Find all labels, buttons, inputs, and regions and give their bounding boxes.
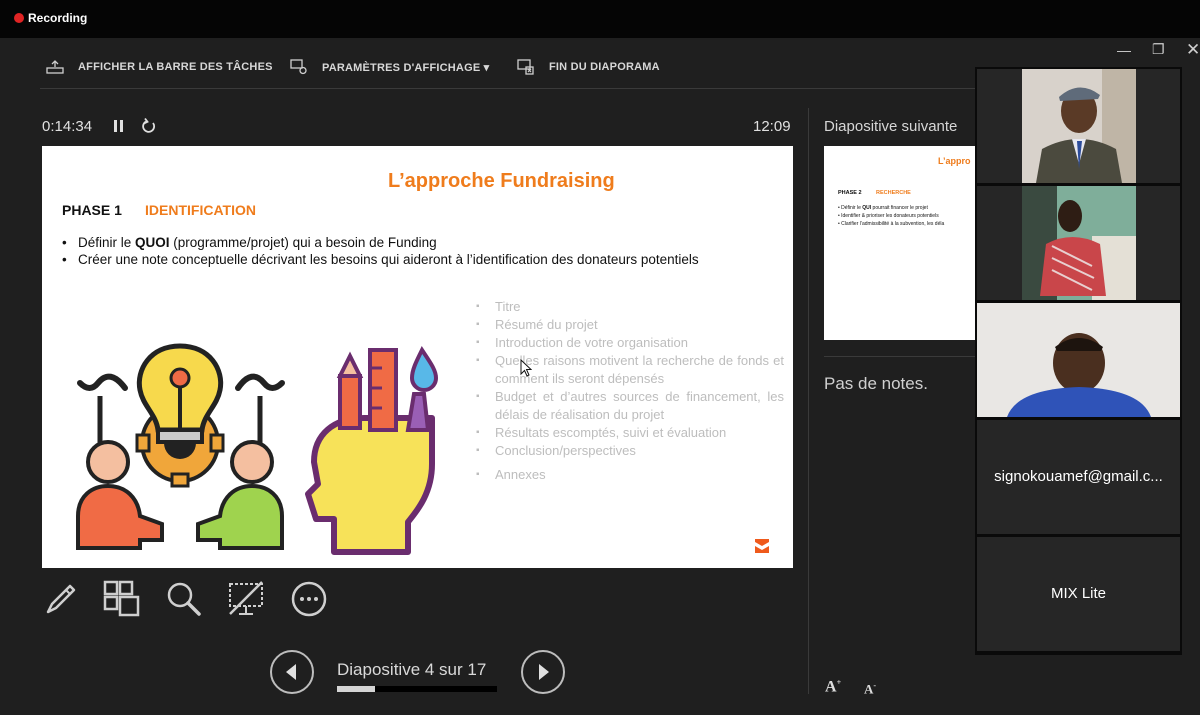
brand-logo-icon xyxy=(755,539,769,553)
restart-timer-icon[interactable] xyxy=(140,116,158,136)
participant-tile[interactable] xyxy=(977,186,1180,300)
next-bullet-text: Identifier & prioriser les donateurs pot… xyxy=(841,213,939,219)
slide-counter: Diapositive 4 sur 17 xyxy=(337,660,487,679)
slide-bullet: • Créer une note conceptuelle décrivant l… xyxy=(62,252,699,267)
display-settings-button[interactable]: PARAMÈTRES D'AFFICHAGE ▾ xyxy=(290,58,489,76)
list-item: Introduction de votre organisation xyxy=(474,334,784,352)
minimize-icon[interactable]: — xyxy=(1117,42,1131,58)
previous-slide-button[interactable] xyxy=(270,650,314,694)
participants-panel: signokouamef@gmail.c... MIX Lite xyxy=(975,67,1182,655)
participant-tile[interactable] xyxy=(977,303,1180,417)
next-bullet-text: Clarifier l’admissibilité à la subventio… xyxy=(841,221,945,227)
close-icon[interactable]: ✕ xyxy=(1186,40,1200,60)
next-bullet-bold: QUI xyxy=(862,205,872,211)
next-slide-thumbnail[interactable]: L’appro PHASE 2 RECHERCHE • Définir le Q… xyxy=(824,146,976,340)
pause-icon[interactable] xyxy=(112,117,126,135)
participant-name: MIX Lite xyxy=(1050,585,1107,602)
more-options-icon[interactable] xyxy=(290,580,328,618)
taskbar-icon xyxy=(46,60,64,74)
next-slide-title: L’appro xyxy=(938,156,971,166)
slide-title: L’approche Fundraising xyxy=(388,170,615,192)
increase-font-button[interactable]: A+ xyxy=(825,678,841,696)
recording-bar xyxy=(0,0,1200,38)
next-phase-label: PHASE 2 xyxy=(838,190,862,196)
participant-tile[interactable]: MIX Lite xyxy=(977,537,1180,651)
next-slide-label: Diapositive suivante xyxy=(824,118,958,135)
chevron-left-icon xyxy=(286,664,296,680)
slide-bullet: • Définir le QUOI (programme/projet) qui … xyxy=(62,235,437,250)
recording-indicator-icon xyxy=(14,13,24,23)
participant-video xyxy=(977,303,1180,417)
participant-tile[interactable]: signokouamef@gmail.c... xyxy=(977,420,1180,534)
participant-name: signokouamef@gmail.c... xyxy=(994,468,1163,485)
slide-progress-fill xyxy=(337,686,375,692)
bullet-text: Définir le xyxy=(78,235,136,250)
display-settings-icon xyxy=(290,59,307,75)
end-slideshow-label: FIN DU DIAPORAMA xyxy=(549,61,660,73)
list-item: Titre xyxy=(474,298,784,316)
next-bullet: • Définir le QUI pourrait financer le pr… xyxy=(838,205,928,211)
elapsed-timer: 0:14:34 xyxy=(42,118,93,135)
next-bullet: • Identifier & prioriser les donateurs p… xyxy=(838,213,939,219)
pen-tool-icon[interactable] xyxy=(42,580,80,618)
list-item: Résumé du projet xyxy=(474,316,784,334)
phase-name: IDENTIFICATION xyxy=(145,202,256,218)
slide-progress-bar xyxy=(337,686,497,692)
list-item: Annexes xyxy=(474,466,784,484)
next-bullet-text: Définir le xyxy=(841,205,863,211)
mouse-cursor-icon xyxy=(520,359,532,377)
project-outline-list: Titre Résumé du projet Introduction de v… xyxy=(474,298,784,484)
bullet-text: Créer une note conceptuelle décrivant le… xyxy=(78,252,699,267)
participant-tile[interactable] xyxy=(977,69,1180,183)
end-slideshow-icon xyxy=(517,59,534,75)
decrease-font-button[interactable]: A- xyxy=(864,681,876,697)
list-item: Budget et d’autres sources de financemen… xyxy=(474,388,784,424)
creative-head-illustration xyxy=(305,346,439,555)
next-slide-button[interactable] xyxy=(521,650,565,694)
next-bullet-text: pourrait financer le projet xyxy=(871,205,928,211)
chevron-right-icon xyxy=(539,664,549,680)
display-settings-label: PARAMÈTRES D'AFFICHAGE ▾ xyxy=(322,61,490,74)
participant-video xyxy=(1022,69,1136,183)
speaker-notes: Pas de notes. xyxy=(824,374,928,393)
participant-video xyxy=(1022,186,1136,300)
list-item: Conclusion/perspectives xyxy=(474,442,784,460)
next-bullet: • Clarifier l’admissibilité à la subvent… xyxy=(838,221,945,227)
see-all-slides-icon[interactable] xyxy=(103,580,141,618)
bullet-text: (programme/projet) qui a besoin de Fundi… xyxy=(169,235,437,250)
notes-divider xyxy=(824,356,976,357)
clock: 12:09 xyxy=(753,118,791,135)
show-taskbar-label: AFFICHER LA BARRE DES TÂCHES xyxy=(78,61,273,73)
bullet-bold: QUOI xyxy=(135,235,170,250)
show-taskbar-button[interactable]: AFFICHER LA BARRE DES TÂCHES xyxy=(46,58,273,76)
next-phase-name: RECHERCHE xyxy=(876,190,911,196)
recording-label: Recording xyxy=(28,11,88,25)
list-item: Résultats escomptés, suivi et évaluation xyxy=(474,424,784,442)
black-screen-icon[interactable] xyxy=(228,580,266,618)
panel-divider xyxy=(808,108,809,694)
toolbar-divider xyxy=(40,88,975,89)
end-slideshow-button[interactable]: FIN DU DIAPORAMA xyxy=(517,58,660,76)
phase-label: PHASE 1 xyxy=(62,202,122,218)
restore-icon[interactable]: ❐ xyxy=(1152,41,1165,58)
current-slide[interactable]: L’approche Fundraising PHASE 1 IDENTIFIC… xyxy=(42,146,793,568)
teamwork-lightbulb-illustration xyxy=(76,343,285,550)
zoom-magnifier-icon[interactable] xyxy=(165,580,203,618)
